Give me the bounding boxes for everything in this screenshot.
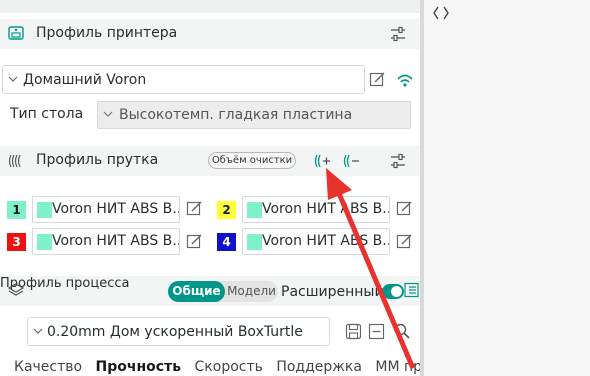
tab-quality[interactable]: Качество xyxy=(14,359,82,375)
filament-slot-select[interactable]: Voron НИТ ABS В... xyxy=(242,228,390,255)
advanced-switch[interactable] xyxy=(382,284,404,299)
filament-slot-number[interactable]: 4 xyxy=(217,233,236,251)
remove-filament-icon[interactable] xyxy=(341,151,361,171)
filament-slot-number[interactable]: 3 xyxy=(7,233,26,251)
process-preset-select[interactable]: 0.20mm Дом ускоренный BoxTurtle xyxy=(27,317,330,346)
filament-slot-name: Voron НИТ ABS В... xyxy=(262,233,390,249)
add-filament-icon[interactable] xyxy=(312,151,332,171)
global-objects-toggle[interactable]: Общие Модели xyxy=(168,281,278,302)
purge-volume-button[interactable]: Объём очистки xyxy=(208,152,296,169)
top-strip xyxy=(0,0,420,13)
filament-settings-icon[interactable] xyxy=(388,151,408,171)
printer-settings-icon[interactable] xyxy=(388,24,408,44)
chevron-down-icon xyxy=(8,75,18,83)
filament-slot-name: Voron НИТ ABS В... xyxy=(262,201,390,217)
printer-section-header: Профиль принтера xyxy=(0,19,420,49)
filament-color-swatch xyxy=(37,202,52,218)
toggle-global[interactable]: Общие xyxy=(168,281,225,302)
filament-slot-name: Voron НИТ ABS В... xyxy=(52,201,180,217)
toggle-objects[interactable]: Модели xyxy=(225,281,278,302)
filament-slot-select[interactable]: Voron НИТ ABS В... xyxy=(242,196,390,223)
filament-slot-number[interactable]: 2 xyxy=(217,201,236,219)
save-icon[interactable] xyxy=(345,323,362,340)
edit-filament-icon[interactable] xyxy=(186,200,203,217)
collapse-sidebar-icon[interactable] xyxy=(430,2,452,24)
sidebar-panel: Профиль принтера Домашний Voron Тип стол… xyxy=(0,0,420,376)
viewport-area xyxy=(424,0,590,376)
tab-multimaterial[interactable]: ММ принт... xyxy=(375,359,420,375)
bed-type-label: Тип стола xyxy=(10,106,84,122)
filament-slot-select[interactable]: Voron НИТ ABS В... xyxy=(32,228,180,255)
edit-printer-icon[interactable] xyxy=(369,71,386,88)
edit-filament-icon[interactable] xyxy=(396,200,413,217)
process-tabs: Качество Прочность Скорость Поддержка ММ… xyxy=(14,359,420,375)
tab-support[interactable]: Поддержка xyxy=(276,359,362,375)
filament-color-swatch xyxy=(37,234,52,250)
filament-color-swatch xyxy=(247,234,262,250)
filament-slot-number[interactable]: 1 xyxy=(7,201,26,219)
filament-slot-select[interactable]: Voron НИТ ABS В... xyxy=(32,196,180,223)
printer-section-title: Профиль принтера xyxy=(36,25,178,41)
edit-filament-icon[interactable] xyxy=(186,233,203,250)
advanced-label: Расширенный xyxy=(281,284,384,300)
filament-slot-name: Voron НИТ ABS В... xyxy=(52,233,180,249)
printer-preset-value: Домашний Voron xyxy=(23,72,147,88)
printer-preset-select[interactable]: Домашний Voron xyxy=(2,65,365,94)
edit-filament-icon[interactable] xyxy=(396,233,413,250)
remove-preset-icon[interactable] xyxy=(368,323,385,340)
printer-icon xyxy=(7,24,27,44)
bed-type-value: Высокотемп. гладкая пластина xyxy=(119,107,353,123)
bed-type-select[interactable]: Высокотемп. гладкая пластина xyxy=(97,101,411,129)
layers-icon xyxy=(7,281,27,301)
filament-section-title: Профиль прутка xyxy=(36,152,159,168)
chevron-down-icon xyxy=(103,110,113,118)
filament-icon xyxy=(7,151,27,171)
search-icon[interactable] xyxy=(393,322,411,340)
process-preset-value: 0.20mm Дом ускоренный BoxTurtle xyxy=(47,324,303,340)
tab-strength[interactable]: Прочность xyxy=(96,359,182,375)
tab-speed[interactable]: Скорость xyxy=(195,359,263,375)
chevron-down-icon xyxy=(33,327,43,335)
filament-color-swatch xyxy=(247,202,262,218)
list-view-icon[interactable] xyxy=(404,282,420,300)
wifi-icon[interactable] xyxy=(395,70,415,90)
